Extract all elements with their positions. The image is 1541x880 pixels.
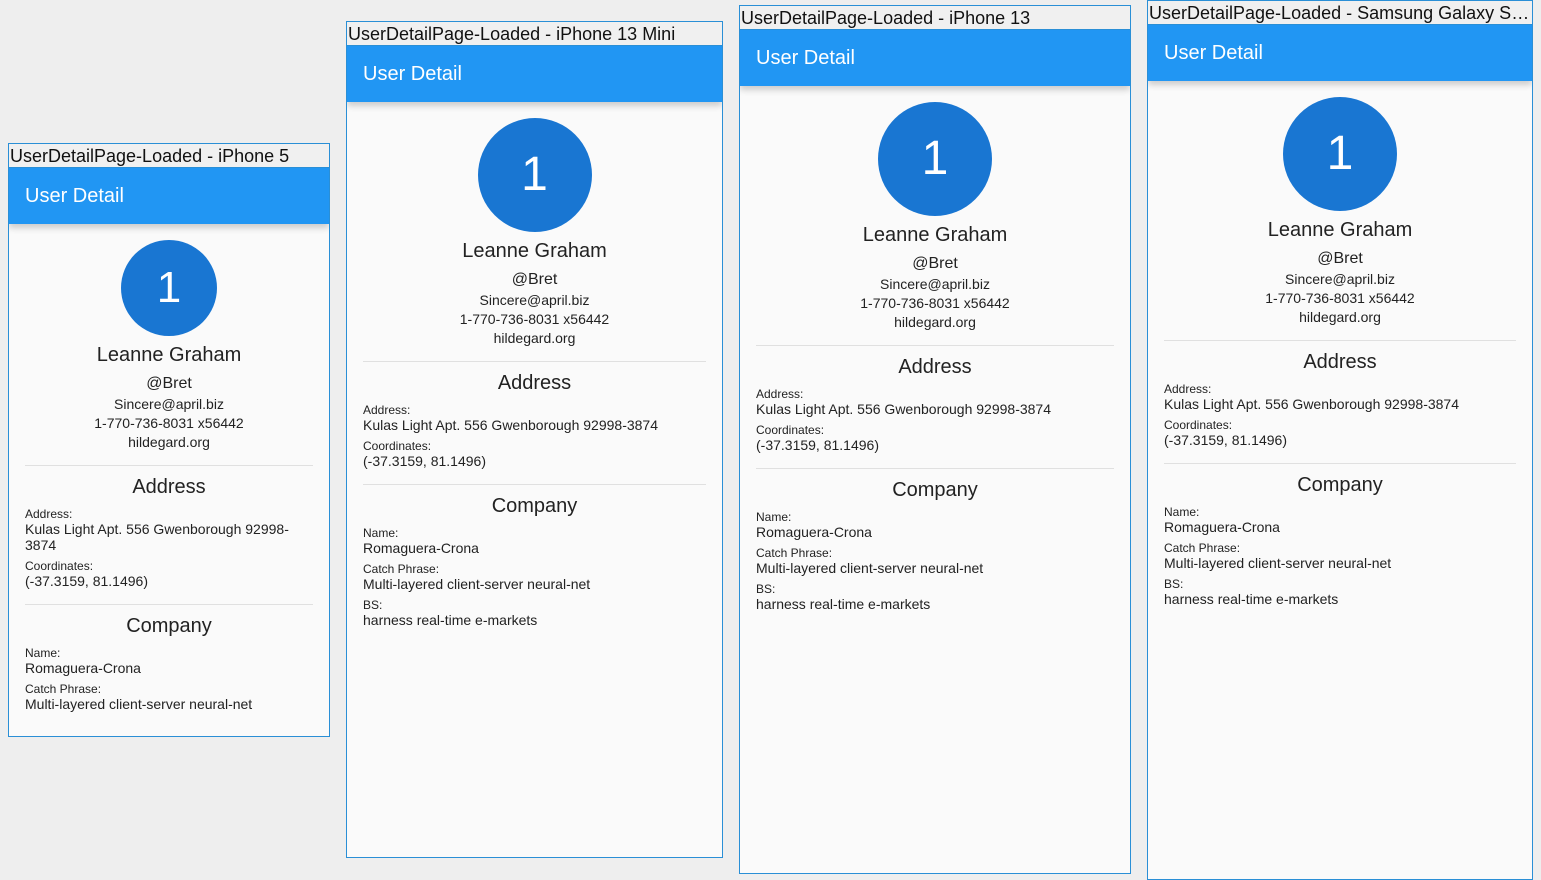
address-label: Address:	[756, 387, 804, 401]
coordinates-value: (-37.3159, 81.1496)	[1164, 432, 1287, 448]
user-username: @Bret	[912, 255, 958, 272]
user-email: Sincere@april.biz	[479, 292, 590, 308]
company-name-value: Romaguera-Crona	[1164, 519, 1280, 535]
user-detail-content[interactable]: 1 Leanne Graham @Bret Sincere@april.biz …	[740, 86, 1130, 612]
bs-value: harness real-time e-markets	[363, 612, 538, 628]
user-username: @Bret	[511, 271, 558, 288]
user-website: hildegard.org	[493, 330, 576, 346]
bs-value: harness real-time e-markets	[756, 596, 931, 612]
coordinates-value: (-37.3159, 81.1496)	[363, 453, 486, 469]
device-frame-iphone-13-mini: UserDetailPage-Loaded - iPhone 13 Mini U…	[346, 21, 723, 858]
user-name: Leanne Graham	[462, 240, 607, 262]
company-name-label: Name:	[756, 510, 792, 524]
user-name: Leanne Graham	[1267, 219, 1413, 241]
coordinates-value: (-37.3159, 81.1496)	[756, 437, 879, 453]
user-website: hildegard.org	[128, 434, 210, 450]
company-section-title: Company	[491, 495, 578, 517]
address-value: Kulas Light Apt. 556 Gwenborough 92998-3…	[363, 417, 659, 433]
catch-phrase-value: Multi-layered client-server neural-net	[25, 696, 253, 712]
divider	[1164, 340, 1516, 341]
user-avatar: 1	[1283, 97, 1397, 211]
user-avatar: 1	[477, 118, 592, 232]
user-website: hildegard.org	[894, 314, 976, 330]
catch-phrase-label: Catch Phrase:	[1164, 541, 1241, 555]
company-section-title: Company	[126, 615, 212, 637]
user-phone: 1-770-736-8031 x56442	[1265, 290, 1415, 306]
catch-phrase-value: Multi-layered client-server neural-net	[756, 560, 984, 576]
address-label: Address:	[363, 403, 411, 417]
user-email: Sincere@april.biz	[880, 276, 990, 292]
app-bar-title: User Detail	[740, 30, 1130, 86]
coordinates-label: Coordinates:	[1164, 418, 1233, 432]
user-phone: 1-770-736-8031 x56442	[94, 415, 244, 431]
company-name-label: Name:	[1164, 505, 1200, 519]
catch-phrase-label: Catch Phrase:	[756, 546, 833, 560]
user-avatar: 1	[878, 102, 992, 216]
user-detail-content[interactable]: 1 Leanne Graham @Bret Sincere@april.biz …	[9, 224, 329, 712]
user-detail-content[interactable]: 1 Leanne Graham @Bret Sincere@april.biz …	[347, 102, 722, 628]
address-value: Kulas Light Apt. 556 Gwenborough 92998-3…	[756, 401, 1052, 417]
user-email: Sincere@april.biz	[1285, 271, 1395, 287]
bs-value: harness real-time e-markets	[1164, 591, 1339, 607]
catch-phrase-label: Catch Phrase:	[363, 562, 440, 576]
device-frame-title: UserDetailPage-Loaded - iPhone 5	[8, 143, 330, 167]
user-name: Leanne Graham	[96, 344, 242, 366]
user-phone: 1-770-736-8031 x56442	[459, 311, 610, 327]
company-name-value: Romaguera-Crona	[363, 540, 479, 556]
device-frame-iphone-5: UserDetailPage-Loaded - iPhone 5 User De…	[8, 143, 330, 737]
user-username: @Bret	[1317, 250, 1363, 267]
user-email: Sincere@april.biz	[114, 396, 224, 412]
company-section-title: Company	[892, 479, 978, 501]
address-section-title: Address	[898, 356, 972, 378]
device-frame-samsung-galaxy-s21: UserDetailPage-Loaded - Samsung Galaxy S…	[1147, 0, 1533, 880]
device-frame-title: UserDetailPage-Loaded - iPhone 13 Mini	[346, 21, 723, 45]
device-frame-iphone-13: UserDetailPage-Loaded - iPhone 13 User D…	[739, 5, 1131, 874]
coordinates-label: Coordinates:	[756, 423, 825, 437]
device-frame-title: UserDetailPage-Loaded - Samsung Galaxy S…	[1147, 0, 1533, 24]
address-section-title: Address	[1303, 351, 1377, 373]
divider	[25, 465, 313, 466]
address-section-title: Address	[497, 372, 572, 394]
catch-phrase-value: Multi-layered client-server neural-net	[363, 576, 591, 592]
address-section-title: Address	[132, 476, 206, 498]
address-value: Kulas Light Apt. 556 Gwenborough 92998-3…	[1164, 396, 1460, 412]
user-phone: 1-770-736-8031 x56442	[860, 295, 1010, 311]
bs-label: BS:	[756, 582, 776, 596]
coordinates-label: Coordinates:	[25, 559, 94, 573]
catch-phrase-label: Catch Phrase:	[25, 682, 102, 696]
company-name-label: Name:	[363, 526, 399, 540]
company-name-label: Name:	[25, 646, 61, 660]
bs-label: BS:	[1164, 577, 1184, 591]
user-username: @Bret	[146, 375, 192, 392]
phone-screen: User Detail 1 Leanne Graham @Bret Sincer…	[739, 29, 1131, 874]
phone-screen: User Detail 1 Leanne Graham @Bret Sincer…	[1147, 24, 1533, 880]
company-name-value: Romaguera-Crona	[756, 524, 872, 540]
company-name-value: Romaguera-Crona	[25, 660, 141, 676]
bs-label: BS:	[363, 598, 383, 612]
app-bar-title: User Detail	[1148, 25, 1532, 81]
catch-phrase-value: Multi-layered client-server neural-net	[1164, 555, 1392, 571]
divider	[25, 604, 313, 605]
address-label: Address:	[25, 507, 73, 521]
device-frame-title: UserDetailPage-Loaded - iPhone 13	[739, 5, 1131, 29]
phone-screen: User Detail 1 Leanne Graham @Bret Sincer…	[346, 45, 723, 858]
user-avatar: 1	[121, 240, 217, 336]
divider	[756, 468, 1114, 469]
address-label: Address:	[1164, 382, 1212, 396]
app-bar-title: User Detail	[347, 46, 722, 102]
coordinates-value: (-37.3159, 81.1496)	[25, 573, 148, 589]
coordinates-label: Coordinates:	[363, 439, 432, 453]
divider	[363, 361, 706, 362]
phone-screen: User Detail 1 Leanne Graham @Bret Sincer…	[8, 167, 330, 737]
user-website: hildegard.org	[1299, 309, 1381, 325]
user-detail-content[interactable]: 1 Leanne Graham @Bret Sincere@april.biz …	[1148, 81, 1532, 607]
divider	[756, 345, 1114, 346]
divider	[1164, 463, 1516, 464]
divider	[363, 484, 706, 485]
app-bar-title: User Detail	[9, 168, 329, 224]
user-name: Leanne Graham	[862, 224, 1008, 246]
address-value: Kulas Light Apt. 556 Gwenborough 92998-3…	[25, 521, 289, 553]
company-section-title: Company	[1297, 474, 1383, 496]
